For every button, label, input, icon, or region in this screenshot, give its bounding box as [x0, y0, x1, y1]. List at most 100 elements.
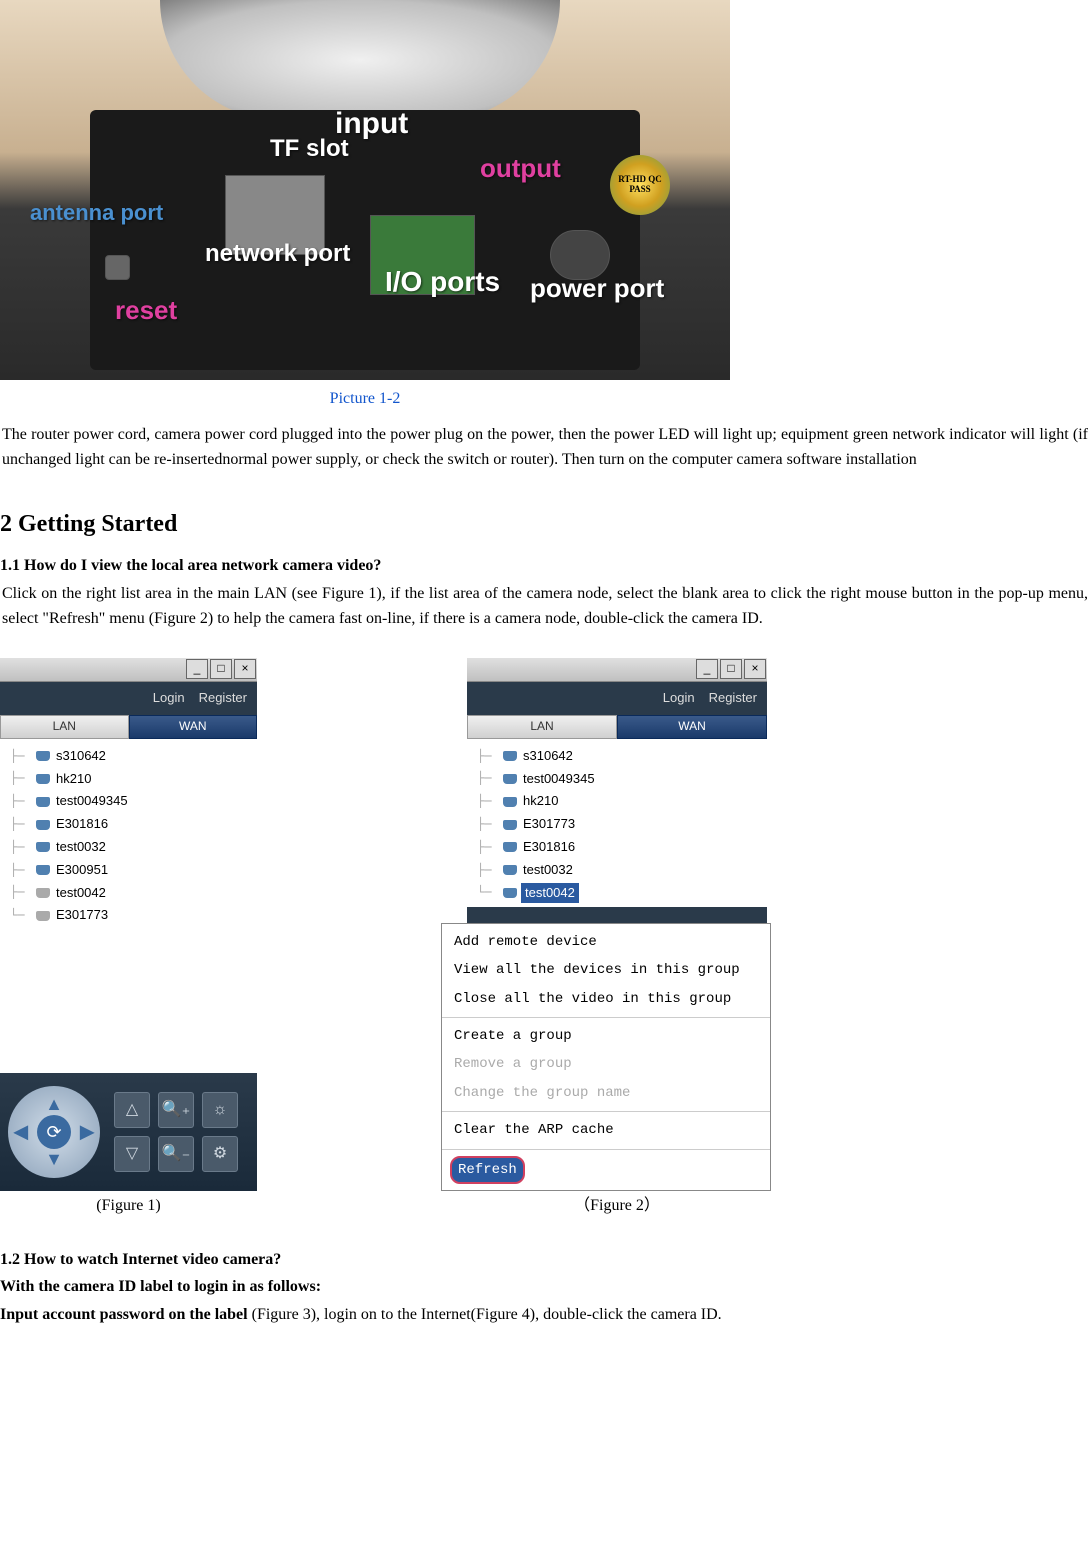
ptz-down-button[interactable]: ▼ [45, 1145, 63, 1174]
maximize-button[interactable]: □ [720, 659, 742, 679]
camera-id-label: test0032 [521, 860, 573, 881]
tree-connector-icon: ├─ [10, 883, 32, 902]
context-menu: Add remote deviceView all the devices in… [441, 923, 771, 1191]
tree-connector-icon: ├─ [10, 769, 32, 788]
ptz-refresh-button[interactable]: ⟳ [37, 1115, 71, 1149]
camera-id-label: test0042 [54, 883, 106, 904]
camera-node[interactable]: ├─ test0042 [10, 882, 253, 905]
tree-connector-icon: ├─ [10, 838, 32, 857]
tab-lan[interactable]: LAN [467, 715, 617, 739]
label-io-ports: I/O ports [385, 260, 500, 305]
camera-node[interactable]: ├─ hk210 [10, 768, 253, 791]
camera-icon [36, 865, 50, 875]
camera-icon [36, 774, 50, 784]
menu-item[interactable]: View all the devices in this group [442, 956, 770, 984]
tree-connector-icon: ├─ [477, 838, 499, 857]
tree-connector-icon: └─ [10, 906, 32, 925]
line2-rest: (Figure 3), login on to the Internet(Fig… [248, 1306, 722, 1323]
camera-id-label: test0042 [521, 883, 579, 904]
login-link[interactable]: Login [663, 688, 695, 709]
tab-wan[interactable]: WAN [129, 715, 258, 739]
tab-wan[interactable]: WAN [617, 715, 767, 739]
camera-id-label: E301773 [521, 814, 575, 835]
camera-node[interactable]: ├─test0049345 [10, 790, 253, 813]
input-account-label: Input account password on the label [0, 1306, 248, 1323]
camera-id-label: test0032 [54, 837, 106, 858]
label-reset: reset [115, 290, 177, 332]
ptz-left-button[interactable]: ◀ [14, 1118, 28, 1147]
zoom-out-button[interactable]: 🔍₋ [158, 1136, 194, 1172]
section-2-heading: 2 Getting Started [0, 491, 1090, 553]
camera-node[interactable]: ├─ test0032 [10, 836, 253, 859]
camera-ports-photo: RT-HD QC PASS antenna port reset TF slot… [0, 0, 730, 380]
camera-node[interactable]: ├─ test0032 [477, 859, 763, 882]
subsection-1-2-line1: With the camera ID label to login in as … [0, 1274, 1090, 1302]
intro-paragraph: The router power cord, camera power cord… [0, 422, 1090, 491]
menu-item[interactable]: Clear the ARP cache [442, 1116, 770, 1144]
settings-button[interactable]: ⚙ [202, 1136, 238, 1172]
figure-2-caption: （Figure 2） [467, 1193, 767, 1219]
ptz-alert-down-button[interactable]: ▽ [114, 1136, 150, 1172]
maximize-button[interactable]: □ [210, 659, 232, 679]
menu-item[interactable]: Create a group [442, 1022, 770, 1050]
camera-id-label: hk210 [521, 791, 558, 812]
register-link[interactable]: Register [709, 688, 757, 709]
minimize-button[interactable]: _ [186, 659, 208, 679]
minimize-button[interactable]: _ [696, 659, 718, 679]
camera-node[interactable]: ├─ s310642 [10, 745, 253, 768]
menu-item: Remove a group [442, 1050, 770, 1078]
login-link[interactable]: Login [153, 688, 185, 709]
camera-tree-fig1[interactable]: ├─s310642├─hk210├─test0049345├─E301816├─… [0, 739, 257, 1079]
camera-icon [503, 865, 517, 875]
camera-id-label: hk210 [54, 769, 91, 790]
camera-icon [503, 774, 517, 784]
camera-node[interactable]: ├─s310642 [477, 745, 763, 768]
camera-id-label: s310642 [54, 746, 106, 767]
label-input: input [335, 100, 408, 148]
camera-icon [36, 842, 50, 852]
figure-1-panel: _ □ × Login Register LAN WAN ├─s310642├─… [0, 658, 257, 1191]
camera-icon [36, 820, 50, 830]
tab-lan[interactable]: LAN [0, 715, 129, 739]
menu-item-refresh[interactable]: Refresh [450, 1156, 525, 1184]
camera-node[interactable]: ├─E301773 [477, 813, 763, 836]
tree-connector-icon: ├─ [477, 769, 499, 788]
camera-icon [36, 888, 50, 898]
camera-id-label: s310642 [521, 746, 573, 767]
subsection-1-1-title: 1.1 How do I view the local area network… [0, 553, 1090, 581]
window-titlebar: _ □ × [467, 658, 767, 682]
label-output: output [480, 148, 561, 190]
brightness-button[interactable]: ☼ [202, 1092, 238, 1128]
label-power-port: power port [530, 268, 664, 310]
menu-item[interactable]: Add remote device [442, 928, 770, 956]
camera-node[interactable]: └─E301773 [10, 904, 253, 927]
subsection-1-2-title: 1.2 How to watch Internet video camera? [0, 1247, 1090, 1275]
camera-tree-fig2[interactable]: ├─s310642├─test0049345├─hk210├─E301773├─… [467, 739, 767, 907]
antenna-connector [105, 255, 130, 280]
zoom-in-button[interactable]: 🔍₊ [158, 1092, 194, 1128]
tree-connector-icon: ├─ [10, 747, 32, 766]
camera-icon [36, 797, 50, 807]
tree-connector-icon: ├─ [10, 815, 32, 834]
camera-node[interactable]: ├─ E301816 [477, 836, 763, 859]
picture-caption: Picture 1-2 [0, 380, 730, 422]
ptz-right-button[interactable]: ▶ [80, 1118, 94, 1147]
close-button[interactable]: × [234, 659, 256, 679]
tree-connector-icon: ├─ [477, 861, 499, 880]
camera-id-label: test0049345 [521, 769, 595, 790]
camera-id-label: E301816 [521, 837, 575, 858]
camera-node[interactable]: ├─ E301816 [10, 813, 253, 836]
ptz-dpad: ▲ ▼ ◀ ▶ ⟳ [8, 1086, 100, 1178]
close-button[interactable]: × [744, 659, 766, 679]
camera-node[interactable]: └─test0042 [477, 882, 763, 905]
camera-node[interactable]: ├─ test0049345 [477, 768, 763, 791]
label-network-port: network port [205, 235, 350, 273]
camera-node[interactable]: ├─hk210 [477, 790, 763, 813]
camera-icon [503, 888, 517, 898]
menu-item[interactable]: Close all the video in this group [442, 985, 770, 1013]
register-link[interactable]: Register [199, 688, 247, 709]
ptz-alert-up-button[interactable]: △ [114, 1092, 150, 1128]
camera-node[interactable]: ├─E300951 [10, 859, 253, 882]
camera-icon [503, 820, 517, 830]
camera-id-label: E301816 [54, 814, 108, 835]
